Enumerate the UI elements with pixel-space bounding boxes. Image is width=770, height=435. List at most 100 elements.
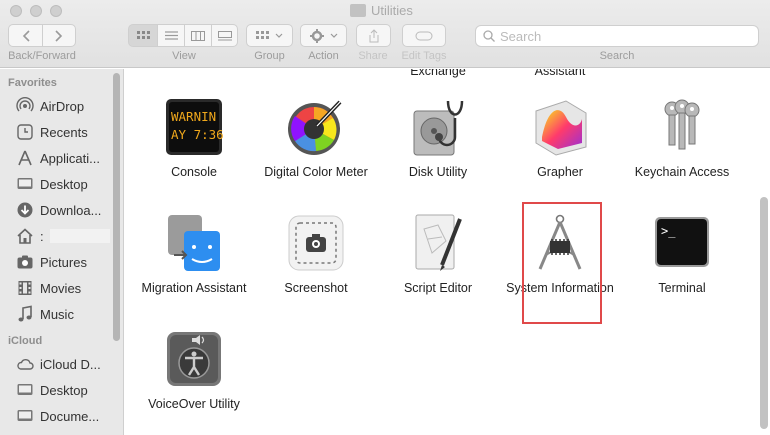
grid-icon: [256, 31, 269, 39]
home-icon: [16, 227, 34, 245]
zoom-window-button[interactable]: [50, 5, 62, 17]
camera-icon: [16, 253, 34, 271]
gallery-icon: [217, 30, 232, 40]
share-button[interactable]: [356, 24, 391, 47]
list-icon: [164, 31, 178, 40]
chevron-down-icon: [330, 33, 337, 38]
action-control: [300, 24, 347, 47]
share-control: [356, 24, 391, 47]
group-button[interactable]: [246, 24, 293, 47]
back-forward-label: Back/Forward: [8, 50, 76, 62]
app-label: Keychain Access: [634, 165, 730, 179]
app-label: Script Editor: [403, 281, 473, 295]
selection-highlight: [522, 202, 602, 324]
app-label: Console: [171, 165, 217, 179]
app-screenshot[interactable]: Screenshot: [255, 213, 377, 296]
app-label: VoiceOver Utility: [148, 397, 240, 411]
sidebar-section-favorites: Favorites: [8, 77, 57, 89]
cut-off-label-assistant: Assistant: [534, 69, 586, 78]
sidebar-item-downloads[interactable]: Downloa...: [0, 197, 123, 223]
sidebar-item-movies[interactable]: Movies: [0, 275, 123, 301]
app-label: Screenshot: [284, 281, 348, 295]
search-icon: [483, 30, 495, 42]
search-label: Search: [599, 50, 635, 62]
edit-tags-control: [402, 24, 446, 47]
app-terminal[interactable]: >_ Terminal: [621, 213, 743, 296]
app-script-editor[interactable]: Script Editor: [377, 213, 499, 296]
sidebar-item-icloud-drive[interactable]: iCloud D...: [0, 351, 123, 377]
app-label: Migration Assistant: [141, 281, 247, 295]
chevron-right-icon: [55, 29, 63, 42]
toolbar: Utilities Back/Forward View Group Action…: [0, 0, 770, 68]
sidebar-item-desktop[interactable]: Desktop: [0, 171, 123, 197]
terminal-prompt-text: >_: [661, 224, 676, 238]
sidebar-scrollbar[interactable]: [113, 73, 120, 341]
migration-icon: [164, 213, 224, 273]
action-button[interactable]: [300, 24, 347, 47]
sidebar-item-icloud-documents[interactable]: Docume...: [0, 403, 123, 429]
terminal-icon: >_: [652, 213, 712, 273]
applications-icon: [16, 149, 34, 167]
app-disk-utility[interactable]: Disk Utility: [377, 97, 499, 180]
list-view-button[interactable]: [157, 24, 184, 47]
window-controls: [10, 5, 62, 17]
column-view-button[interactable]: [184, 24, 211, 47]
download-icon: [16, 201, 34, 219]
app-console[interactable]: WARNIN AY 7:36 Console: [133, 97, 255, 180]
film-icon: [16, 279, 34, 297]
app-grapher[interactable]: Grapher: [499, 97, 621, 180]
app-keychain-access[interactable]: Keychain Access: [621, 97, 743, 180]
sidebar-item-pictures[interactable]: Pictures: [0, 249, 123, 275]
group-control: [246, 24, 293, 47]
keys-icon: [652, 97, 712, 157]
columns-icon: [191, 30, 205, 41]
clock-icon: [16, 123, 34, 141]
app-label: Terminal: [658, 281, 706, 295]
close-window-button[interactable]: [10, 5, 22, 17]
tag-icon: [415, 31, 433, 40]
disk-utility-icon: [408, 97, 468, 157]
view-label: View: [172, 50, 196, 62]
music-note-icon: [16, 305, 34, 323]
chevron-down-icon: [275, 33, 283, 38]
script-editor-icon: [408, 213, 468, 273]
sidebar-item-home[interactable]: :: [0, 223, 123, 249]
desktop-icon: [16, 175, 34, 193]
app-migration-assistant[interactable]: Migration Assistant: [133, 213, 255, 296]
minimize-window-button[interactable]: [30, 5, 42, 17]
grapher-icon: [530, 97, 590, 157]
sidebar-item-icloud-desktop[interactable]: Desktop: [0, 377, 123, 403]
edit-tags-button[interactable]: [402, 24, 446, 47]
console-icon: WARNIN AY 7:36: [164, 97, 224, 157]
view-control: [128, 24, 238, 47]
console-time-text: AY 7:36: [171, 127, 224, 142]
sidebar-section-icloud: iCloud: [8, 335, 43, 347]
app-label: Grapher: [537, 165, 583, 179]
share-label: Share: [358, 50, 388, 62]
forward-button[interactable]: [42, 24, 76, 47]
app-voiceover-utility[interactable]: VoiceOver Utility: [133, 329, 255, 412]
cloud-icon: [16, 355, 34, 373]
content-scrollbar[interactable]: [760, 197, 768, 429]
search-field[interactable]: [475, 25, 759, 47]
screenshot-icon: [286, 213, 346, 273]
back-button[interactable]: [8, 24, 42, 47]
sidebar-item-airdrop[interactable]: AirDrop: [0, 93, 123, 119]
search-input[interactable]: [500, 28, 740, 44]
file-grid: Exchange Assistant WARNIN AY 7:36 Consol…: [125, 69, 770, 435]
gallery-view-button[interactable]: [211, 24, 238, 47]
action-label: Action: [308, 50, 339, 62]
icon-view-button[interactable]: [128, 24, 157, 47]
app-digital-color-meter[interactable]: Digital Color Meter: [255, 97, 377, 180]
gear-icon: [309, 28, 324, 43]
chevron-left-icon: [22, 29, 30, 42]
sidebar-item-music[interactable]: Music: [0, 301, 123, 327]
folder-icon: [350, 4, 366, 17]
grid-icon: [136, 31, 150, 39]
console-warning-text: WARNIN: [171, 109, 216, 124]
group-label: Group: [254, 50, 285, 62]
desktop-icon: [16, 381, 34, 399]
sidebar-item-applications[interactable]: Applicati...: [0, 145, 123, 171]
sidebar: Favorites AirDrop Recents Applicati... D…: [0, 69, 124, 435]
sidebar-item-recents[interactable]: Recents: [0, 119, 123, 145]
